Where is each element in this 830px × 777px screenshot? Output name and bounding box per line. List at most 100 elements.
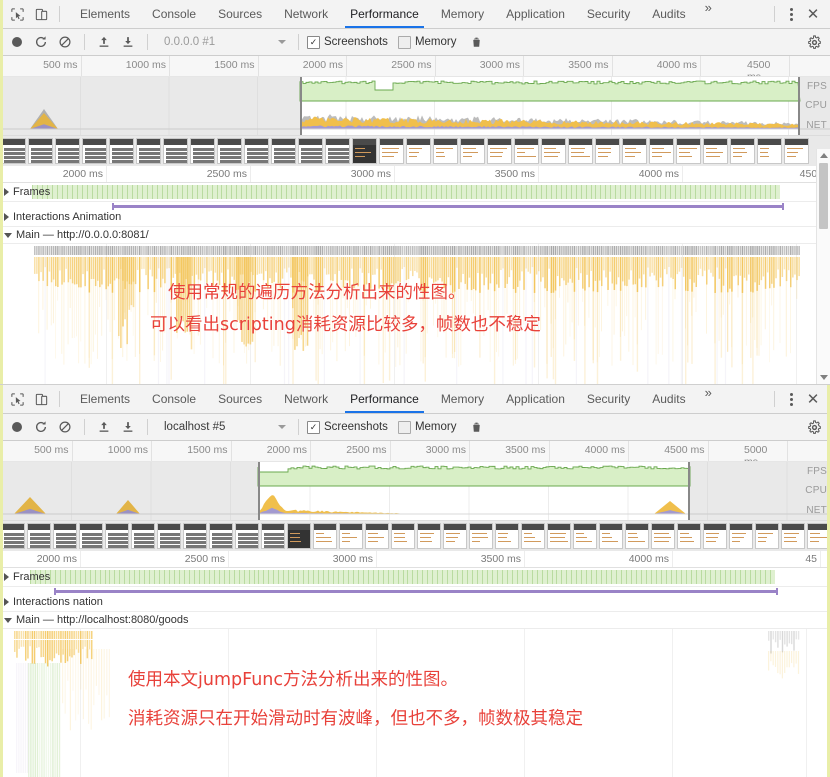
tab-application[interactable]: Application	[495, 0, 576, 28]
filmstrip-frame[interactable]	[109, 138, 134, 164]
track-label-main-bottom[interactable]: Main — http://localhost:8080/goods	[4, 614, 188, 626]
filmstrip-frame[interactable]	[417, 523, 441, 549]
filmstrip-frame[interactable]	[82, 138, 107, 164]
inspect-element-icon[interactable]	[6, 388, 28, 410]
tab-security[interactable]: Security	[576, 385, 641, 413]
filmstrip-frame[interactable]	[1, 523, 25, 549]
filmstrip-frame[interactable]	[79, 523, 103, 549]
filmstrip-frame[interactable]	[190, 138, 215, 164]
track-frames-bottom[interactable]: Frames	[0, 568, 830, 587]
flame-chart-bottom[interactable]	[0, 629, 830, 777]
clear-button[interactable]	[54, 31, 76, 53]
filmstrip-frame[interactable]	[55, 138, 80, 164]
filmstrip-frame[interactable]	[339, 523, 363, 549]
recording-select-bottom[interactable]: localhost #5	[160, 417, 290, 437]
tab-console[interactable]: Console	[141, 0, 207, 28]
filmstrip-frame[interactable]	[625, 523, 649, 549]
tab-memory[interactable]: Memory	[430, 385, 495, 413]
detail-ruler-top[interactable]: 2000 ms 2500 ms 3000 ms 3500 ms 4000 ms 4500 …	[0, 166, 830, 183]
tab-audits[interactable]: Audits	[641, 385, 696, 413]
tab-network[interactable]: Network	[273, 0, 339, 28]
filmstrip-frame[interactable]	[325, 138, 350, 164]
track-label-interactions-bottom[interactable]: Interactions nation	[4, 596, 103, 608]
scrollbar-thumb-top[interactable]	[819, 163, 828, 229]
overview-ruler-top[interactable]: 500 ms 1000 ms 1500 ms 2000 ms 2500 ms 3000 m…	[0, 56, 830, 77]
device-toolbar-icon[interactable]	[30, 388, 52, 410]
filmstrip-frame[interactable]	[298, 138, 323, 164]
filmstrip-frame[interactable]	[183, 523, 207, 549]
recording-select-top[interactable]: 0.0.0.0 #1	[160, 32, 290, 52]
tab-network[interactable]: Network	[273, 385, 339, 413]
reload-and-record-button[interactable]	[30, 31, 52, 53]
more-tabs-icon[interactable]: »	[697, 0, 720, 28]
filmstrip-frame[interactable]	[781, 523, 805, 549]
filmstrip-frame[interactable]	[379, 138, 404, 164]
tab-performance[interactable]: Performance	[339, 385, 430, 413]
tab-memory[interactable]: Memory	[430, 0, 495, 28]
filmstrip-frame[interactable]	[595, 138, 620, 164]
save-profile-icon[interactable]	[117, 31, 139, 53]
filmstrip-frame[interactable]	[677, 523, 701, 549]
scroll-down-icon[interactable]	[817, 371, 830, 384]
tab-elements[interactable]: Elements	[69, 0, 141, 28]
track-interactions-bottom[interactable]: Interactions nation	[0, 587, 830, 612]
track-label-interactions-top[interactable]: Interactions Animation	[4, 211, 121, 223]
filmstrip-frame[interactable]	[460, 138, 485, 164]
track-frames-top[interactable]: Frames	[0, 183, 830, 202]
overview-charts-top[interactable]: FPS CPU NET	[0, 77, 830, 135]
filmstrip-frame[interactable]	[521, 523, 545, 549]
filmstrip-frame[interactable]	[244, 138, 269, 164]
filmstrip-frame[interactable]	[541, 138, 566, 164]
kebab-menu-icon[interactable]	[781, 388, 801, 410]
filmstrip-frame[interactable]	[730, 138, 755, 164]
close-icon[interactable]: ✕	[802, 388, 824, 410]
screenshots-checkbox-top[interactable]: ✓ Screenshots	[307, 35, 388, 49]
device-toolbar-icon[interactable]	[30, 3, 52, 25]
filmstrip-frame[interactable]	[261, 523, 285, 549]
filmstrip-frame[interactable]	[352, 138, 377, 164]
filmstrip-frame[interactable]	[391, 523, 415, 549]
filmstrip-frame[interactable]	[105, 523, 129, 549]
track-interactions-top[interactable]: Interactions Animation	[0, 202, 830, 227]
overview-charts-bottom[interactable]: FPS CPU NET	[0, 462, 830, 520]
capture-settings-icon[interactable]	[804, 417, 824, 437]
detail-scrollbar-top[interactable]	[816, 149, 830, 384]
filmstrip-frame[interactable]	[406, 138, 431, 164]
filmstrip-frame[interactable]	[649, 138, 674, 164]
filmstrip-frame[interactable]	[676, 138, 701, 164]
filmstrip-frame[interactable]	[433, 138, 458, 164]
filmstrip-frame[interactable]	[313, 523, 337, 549]
filmstrip-frame[interactable]	[651, 523, 675, 549]
track-label-frames-top[interactable]: Frames	[4, 186, 50, 198]
track-main-bottom[interactable]: Main — http://localhost:8080/goods	[0, 612, 830, 629]
filmstrip-frame[interactable]	[287, 523, 311, 549]
load-profile-icon[interactable]	[93, 31, 115, 53]
tab-application[interactable]: Application	[495, 385, 576, 413]
record-button[interactable]	[6, 31, 28, 53]
kebab-menu-icon[interactable]	[781, 3, 801, 25]
filmstrip-frame[interactable]	[209, 523, 233, 549]
load-profile-icon[interactable]	[93, 416, 115, 438]
filmstrip-frame[interactable]	[703, 138, 728, 164]
filmstrip-top[interactable]	[0, 135, 830, 166]
clear-button[interactable]	[54, 416, 76, 438]
filmstrip-frame[interactable]	[568, 138, 593, 164]
memory-checkbox-top[interactable]: Memory	[397, 35, 456, 49]
filmstrip-frame[interactable]	[703, 523, 727, 549]
tab-console[interactable]: Console	[141, 385, 207, 413]
tab-elements[interactable]: Elements	[69, 385, 141, 413]
filmstrip-frame[interactable]	[28, 138, 53, 164]
tab-sources[interactable]: Sources	[207, 385, 273, 413]
track-main-top[interactable]: Main — http://0.0.0.0:8081/	[0, 227, 830, 244]
filmstrip-frame[interactable]	[271, 138, 296, 164]
tab-sources[interactable]: Sources	[207, 0, 273, 28]
interaction-bar-top[interactable]	[112, 203, 784, 210]
filmstrip-frame[interactable]	[757, 138, 782, 164]
close-icon[interactable]: ✕	[802, 3, 824, 25]
filmstrip-frame[interactable]	[136, 138, 161, 164]
filmstrip-frame[interactable]	[514, 138, 539, 164]
track-label-frames-bottom[interactable]: Frames	[4, 571, 50, 583]
inspect-element-icon[interactable]	[6, 3, 28, 25]
detail-ruler-bottom[interactable]: 2000 ms 2500 ms 3000 ms 3500 ms 4000 ms 45	[0, 551, 830, 568]
capture-settings-icon[interactable]	[804, 32, 824, 52]
